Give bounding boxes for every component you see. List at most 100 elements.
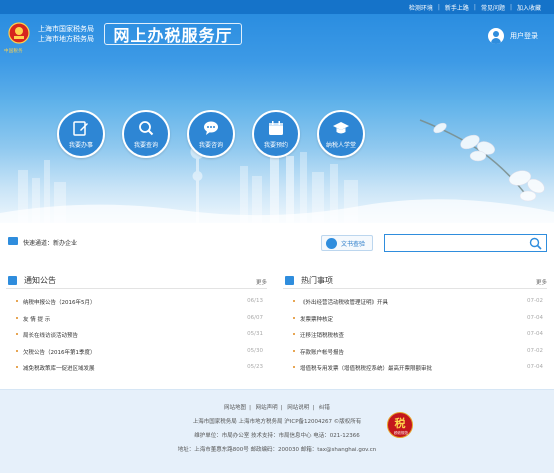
- service-tiles: 我要办事 我要查询 我要咨询 我要预约 纳税人学堂: [57, 110, 382, 158]
- tile-query[interactable]: 我要查询: [122, 110, 170, 158]
- item-date: 05/30: [247, 347, 263, 354]
- link-add-favorite[interactable]: 加入收藏: [512, 3, 546, 12]
- user-icon: [488, 28, 504, 44]
- notice-panel: 通知公告 更多 纳税申报公告（2016年5月） 06/13 友 情 提 示 06/0…: [6, 270, 267, 376]
- site-header: 中国税务 上海市国家税务局 上海市地方税务局 网上办税服务厅 用户登录: [0, 14, 554, 100]
- hot-items-list: 《外出经营活动税收管理证明》开具 07-02 发票票种核定 07-04 迁移注销税税…: [283, 293, 547, 376]
- more-link[interactable]: 更多: [536, 278, 547, 286]
- tile-label: 我要预约: [263, 142, 288, 149]
- panel-title: 通知公告: [24, 276, 56, 285]
- site-footer: 网站地图 | 网站声明 | 网站说明 | 纠错 上海市国家税务局 上海市地方税务局 沪…: [0, 389, 554, 473]
- footer-link-statement[interactable]: 网站声明: [253, 405, 281, 411]
- badge-char: 税: [394, 417, 406, 430]
- item-title: 存款账户帐号报告: [300, 349, 345, 356]
- megaphone-icon: [8, 276, 17, 285]
- list-item[interactable]: 《外出经营活动税收管理证明》开具 07-02: [283, 293, 547, 310]
- link-getting-started[interactable]: 新手上路: [440, 3, 474, 12]
- list-item[interactable]: 欠税公告（2016年第1季度） 05/30: [6, 343, 267, 360]
- footer-address: 地址：上海市董惠东路800号 邮政编码：200030 邮箱：tax@shangh…: [177, 447, 377, 453]
- tile-label: 我要咨询: [198, 142, 223, 149]
- document-verify-label: 文书查验: [341, 240, 366, 248]
- item-date: 05/23: [247, 364, 263, 370]
- top-utility-bar: 检测环境 | 新手上路 | 常见问题 | 加入收藏: [0, 0, 554, 14]
- item-title: 友 情 提 示: [23, 316, 51, 323]
- quick-access-label: 快速通道：: [23, 240, 54, 247]
- item-title: 迁移注销税税核查: [300, 333, 345, 339]
- site-title: 网上办税服务厅: [104, 23, 242, 45]
- send-icon: [8, 237, 18, 245]
- list-item[interactable]: 减免税政策库一促进区域发展 05/23: [6, 359, 267, 376]
- search-input[interactable]: [385, 235, 525, 251]
- tax-emblem-icon: [8, 22, 30, 44]
- item-title: 减免税政策库一促进区域发展: [23, 366, 95, 372]
- list-item[interactable]: 增值税专用发票（增值税税控系统）最高开票限额审批 07-04: [283, 359, 547, 376]
- list-item[interactable]: 友 情 提 示 06/07: [6, 310, 267, 327]
- calendar-icon: [269, 121, 283, 135]
- org-names: 上海市国家税务局 上海市地方税务局: [38, 24, 94, 44]
- link-faq[interactable]: 常见问题: [476, 3, 510, 12]
- item-date: 07-04: [527, 364, 543, 370]
- bar-chart-icon: [285, 276, 294, 285]
- list-item[interactable]: 迁移注销税税核查 07-04: [283, 326, 547, 343]
- tax-seal-icon: 税 税收规范: [387, 412, 413, 438]
- item-date: 07-02: [527, 347, 543, 354]
- item-title: 欠税公告（2016年第1季度）: [23, 349, 96, 356]
- item-title: 局长在线访谈活动预告: [23, 333, 79, 339]
- tile-label: 我要查询: [133, 142, 158, 149]
- edit-icon: [73, 121, 88, 136]
- panel-header: 热门事项 更多: [283, 270, 547, 289]
- hero-banner: 我要办事 我要查询 我要咨询 我要预约 纳税人学堂: [0, 100, 554, 223]
- panel-title: 热门事项: [301, 276, 333, 285]
- footer-link-instructions[interactable]: 网站说明: [284, 405, 312, 411]
- quick-access-new-enterprise[interactable]: 新办企业: [53, 240, 77, 247]
- notice-list: 纳税申报公告（2016年5月） 06/13 友 情 提 示 06/07 局长在线访谈…: [6, 293, 267, 376]
- footer-copyright: 上海市国家税务局 上海市地方税务局 沪ICP备12004267 ©版权所有: [192, 419, 362, 425]
- footer-link-sitemap[interactable]: 网站地图: [221, 405, 249, 411]
- quick-access-text: 快速通道：新办企业: [23, 238, 77, 247]
- search-icon[interactable]: [529, 237, 542, 250]
- graduation-cap-icon: [333, 122, 349, 134]
- footer-link-error-report[interactable]: 纠错: [316, 405, 333, 411]
- panel-header: 通知公告 更多: [6, 270, 267, 289]
- site-search: [384, 234, 547, 252]
- list-item[interactable]: 存款账户帐号报告 07-02: [283, 343, 547, 360]
- divider: |: [437, 3, 440, 11]
- divider: |: [473, 3, 476, 11]
- link-check-environment[interactable]: 检测环境: [404, 3, 438, 12]
- badge-caption: 税收规范: [394, 431, 408, 435]
- list-item[interactable]: 发票票种核定 07-04: [283, 310, 547, 327]
- search-icon: [139, 121, 154, 136]
- document-verify-button[interactable]: 文书查验: [321, 235, 373, 251]
- logo-mark: 中国税务: [4, 49, 23, 54]
- list-item[interactable]: 局长在线访谈活动预告 05/31: [6, 326, 267, 343]
- divider: |: [509, 3, 512, 11]
- tile-appointment[interactable]: 我要预约: [252, 110, 300, 158]
- tile-label: 纳税人学堂: [325, 142, 356, 149]
- tile-consult[interactable]: 我要咨询: [187, 110, 235, 158]
- login-button[interactable]: 用户登录: [488, 28, 538, 44]
- tile-transact[interactable]: 我要办事: [57, 110, 105, 158]
- org-name-local: 上海市地方税务局: [38, 35, 94, 43]
- item-date: 07-04: [527, 314, 543, 321]
- list-item[interactable]: 纳税申报公告（2016年5月） 06/13: [6, 293, 267, 310]
- item-date: 06/13: [247, 298, 263, 304]
- item-date: 06/07: [247, 314, 263, 321]
- item-date: 05/31: [247, 331, 263, 337]
- footer-links: 网站地图 | 网站声明 | 网站说明 | 纠错: [0, 403, 554, 411]
- item-title: 发票票种核定: [300, 316, 334, 323]
- item-date: 07-04: [527, 331, 543, 337]
- tile-label: 我要办事: [68, 142, 93, 149]
- more-link[interactable]: 更多: [256, 278, 267, 286]
- item-title: 增值税专用发票（增值税税控系统）最高开票限额审批: [300, 366, 433, 372]
- org-name-national: 上海市国家税务局: [38, 25, 94, 33]
- document-check-icon: [326, 237, 337, 249]
- item-title: 《外出经营活动税收管理证明》开具: [300, 300, 389, 306]
- item-title: 纳税申报公告（2016年5月）: [23, 300, 96, 306]
- chat-icon: [204, 121, 218, 135]
- hot-items-panel: 热门事项 更多 《外出经营活动税收管理证明》开具 07-02 发票票种核定 07-0…: [283, 270, 547, 376]
- tile-taxpayer-school[interactable]: 纳税人学堂: [317, 110, 365, 158]
- utility-links: 检测环境 | 新手上路 | 常见问题 | 加入收藏: [404, 0, 546, 14]
- item-date: 07-02: [527, 298, 543, 304]
- footer-maintainer: 维护单位：市局办公室 技术支持：市局信息中心 电话：021-12366: [194, 433, 360, 439]
- login-label: 用户登录: [510, 32, 538, 40]
